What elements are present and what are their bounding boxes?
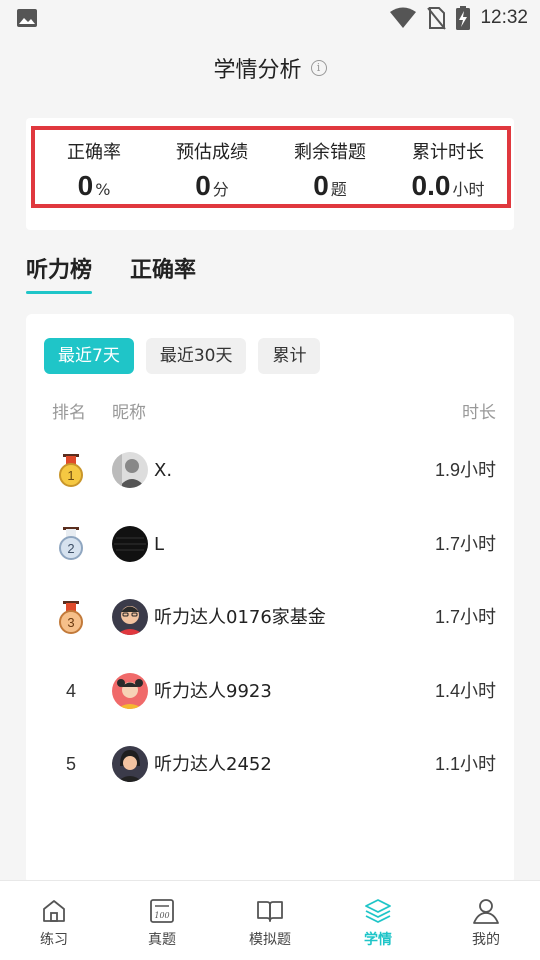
image-notification-icon: [17, 9, 37, 27]
ranking-row[interactable]: 4 听力达人9923 1.4小时: [26, 655, 514, 729]
svg-text:2: 2: [67, 541, 74, 556]
svg-text:1: 1: [67, 468, 74, 483]
stat-value: 0.0: [411, 170, 451, 201]
study-duration: 1.1小时: [435, 728, 496, 802]
column-header-rank: 排名: [52, 403, 86, 423]
ranking-row[interactable]: 1 X. 1.9小时: [26, 434, 514, 508]
nav-practice[interactable]: 练习: [0, 881, 108, 960]
duration-value: 1.4: [434, 680, 460, 701]
avatar: [112, 746, 148, 782]
no-sim-icon: [427, 7, 447, 30]
rank-position: 1: [54, 434, 88, 508]
nav-profile[interactable]: 我的: [432, 881, 540, 960]
avatar: [112, 672, 148, 709]
column-header-duration: 时长: [462, 403, 496, 423]
stat-unit: %: [95, 180, 111, 199]
user-nickname: 听力达人2452: [154, 754, 272, 775]
ranking-card: 最近7天 最近30天 累计 排名 昵称 时长 1 X. 1.9小时 2 L 1.…: [26, 314, 514, 884]
book-icon: [257, 901, 283, 922]
study-duration: 1.9小时: [435, 434, 496, 508]
tab-accuracy-ranking[interactable]: 正确率: [130, 252, 196, 294]
rank-position: 2: [54, 508, 88, 582]
nav-label: 模拟题: [249, 932, 291, 948]
stat-total-duration: 累计时长 0.0 小时: [389, 130, 507, 204]
stat-unit: 小时: [452, 180, 485, 199]
nav-label: 我的: [472, 932, 500, 948]
exam-paper-icon: 100: [150, 899, 174, 923]
stat-value: 0: [195, 170, 211, 201]
avatar: [112, 599, 148, 635]
nav-past-exams[interactable]: 100 真题: [108, 881, 216, 960]
user-nickname: X.: [154, 460, 173, 481]
svg-text:100: 100: [154, 911, 169, 920]
study-duration: 1.7小时: [435, 508, 496, 582]
nav-learning-analysis[interactable]: 学情: [324, 881, 432, 960]
filter-last-7-days[interactable]: 最近7天: [44, 338, 134, 374]
nav-label: 真题: [148, 932, 176, 948]
duration-unit: 小时: [460, 754, 496, 775]
avatar: [112, 452, 148, 488]
study-duration: 1.4小时: [435, 655, 496, 729]
page-header: 学情分析 i: [0, 52, 540, 92]
rank-position: 5: [65, 754, 76, 775]
ranking-list: 1 X. 1.9小时 2 L 1.7小时 3 听力达人0176家基金 1.7小时…: [26, 434, 514, 802]
duration-value: 1.7: [434, 607, 460, 627]
stat-estimated-score: 预估成绩 0分: [153, 130, 271, 204]
stat-label: 预估成绩: [176, 142, 248, 163]
stats-row: 正确率 0% 预估成绩 0分 剩余错题 0题 累计时长 0.0 小时: [35, 130, 507, 204]
duration-unit: 小时: [460, 680, 496, 702]
duration-unit: 小时: [460, 533, 496, 555]
stat-label: 累计时长: [412, 142, 484, 163]
bottom-navigation: 练习 100 真题 模拟题 学情 我的: [0, 880, 540, 960]
page-title: 学情分析: [213, 58, 302, 83]
nav-label: 练习: [40, 932, 68, 948]
filter-cumulative[interactable]: 累计: [258, 338, 321, 374]
info-icon[interactable]: i: [310, 60, 327, 76]
gold-medal-icon: 1: [59, 453, 83, 487]
time-filter-group: 最近7天 最近30天 累计: [44, 338, 321, 374]
svg-text:3: 3: [67, 615, 74, 630]
avatar: [112, 525, 148, 562]
status-time: 12:32: [480, 7, 528, 28]
duration-unit: 小时: [460, 460, 496, 481]
stat-accuracy: 正确率 0%: [35, 130, 153, 204]
stat-remaining-mistakes: 剩余错题 0题: [271, 130, 389, 204]
nav-mock-exams[interactable]: 模拟题: [216, 881, 324, 960]
ranking-row[interactable]: 3 听力达人0176家基金 1.7小时: [26, 581, 514, 655]
stat-value: 0: [313, 170, 329, 201]
bronze-medal-icon: 3: [59, 600, 83, 634]
column-header-nickname: 昵称: [112, 403, 146, 423]
stat-unit: 题: [330, 180, 347, 199]
tab-listening-ranking[interactable]: 听力榜: [26, 252, 93, 294]
filter-last-30-days[interactable]: 最近30天: [145, 338, 247, 374]
layers-icon: [365, 899, 391, 923]
user-nickname: 听力达人0176家基金: [154, 607, 326, 628]
nav-label: 学情: [364, 932, 392, 948]
stat-label: 正确率: [67, 142, 121, 163]
user-nickname: 听力达人9923: [154, 680, 272, 702]
stat-label: 剩余错题: [294, 142, 366, 163]
duration-unit: 小时: [460, 607, 496, 628]
ranking-row[interactable]: 2 L 1.7小时: [26, 508, 514, 582]
stat-value: 0: [77, 170, 94, 201]
profile-icon: [473, 899, 499, 924]
home-icon: [43, 900, 65, 922]
rank-position: 3: [54, 581, 88, 655]
stat-unit: 分: [212, 180, 229, 199]
duration-value: 1.9: [434, 460, 460, 480]
duration-value: 1.1: [434, 754, 460, 774]
user-nickname: L: [154, 533, 165, 555]
status-bar: 12:32: [0, 0, 540, 36]
wifi-icon: [390, 7, 417, 28]
duration-value: 1.7: [434, 533, 460, 554]
silver-medal-icon: 2: [59, 527, 83, 561]
study-duration: 1.7小时: [435, 581, 496, 655]
battery-charging-icon: [456, 6, 471, 30]
ranking-tabs: 听力榜 正确率: [26, 252, 196, 296]
rank-position: 4: [65, 680, 76, 701]
ranking-row[interactable]: 5 听力达人2452 1.1小时: [26, 728, 514, 802]
